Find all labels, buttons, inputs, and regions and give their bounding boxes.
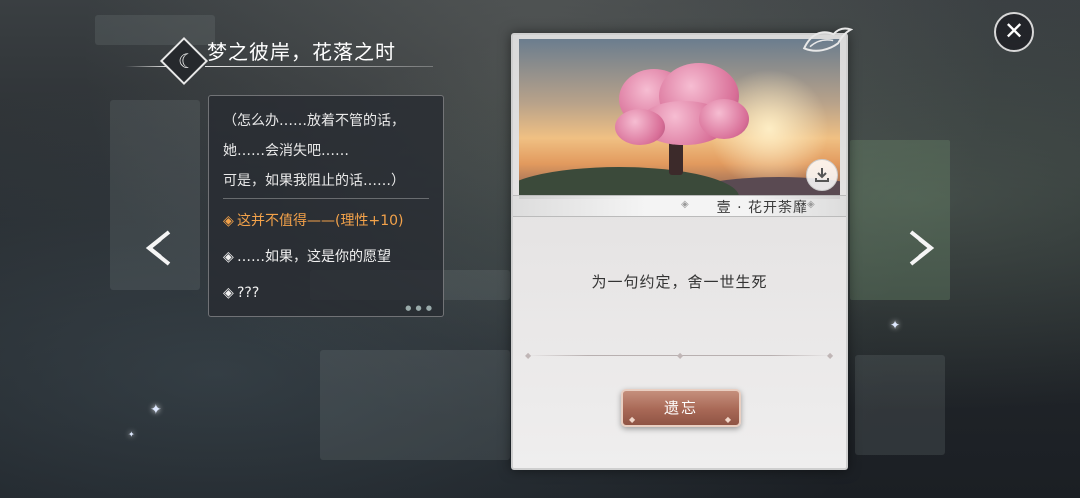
diamond-bullet-icon: ◈ [223, 285, 234, 301]
background-shape [850, 140, 950, 300]
diamond-ornament-icon: ◆ [525, 351, 532, 360]
diamond-ornament-icon: ◆ [724, 415, 733, 424]
diamond-ornament-icon: ◆ [629, 415, 638, 424]
diamond-bullet-icon: ◈ [223, 213, 234, 229]
page-title: 梦之彼岸，花落之时 [207, 40, 396, 64]
next-button[interactable] [902, 228, 942, 272]
forget-button-label: 遗忘 [663, 399, 698, 417]
close-button[interactable]: ✕ [994, 12, 1034, 52]
sparkle-icon: ✦ [128, 430, 135, 439]
choice-label: ……如果，这是你的愿望 [237, 249, 391, 265]
close-icon: ✕ [1003, 17, 1025, 45]
diamond-ornament-icon: ◈ [681, 199, 689, 210]
memory-card: ◈ 壹 · 花开荼靡 ◈ 为一句约定，舍一世生死 ◆ ◆ ◆ ◆ 遗忘 ◆ [511, 33, 848, 470]
dialogue-line: （怎么办……放着不管的话， [223, 113, 405, 129]
prev-button[interactable] [138, 228, 178, 272]
tree-canopy [699, 99, 749, 139]
sparkle-icon: ✦ [150, 402, 162, 418]
crescent-moon-icon: ☾ [178, 49, 196, 73]
tree-canopy [615, 109, 665, 145]
chevron-left-icon [145, 230, 171, 266]
choice-option[interactable]: ◈??? [223, 275, 429, 311]
background-shape [320, 350, 510, 460]
diamond-bullet-icon: ◈ [223, 249, 234, 265]
panel-corner-dots: ● ● ● [405, 304, 433, 312]
diamond-ornament-icon: ◈ [807, 199, 815, 210]
chapter-label-bar: ◈ 壹 · 花开荼靡 ◈ [513, 195, 846, 217]
download-icon [815, 168, 829, 182]
dialogue-divider [223, 198, 429, 199]
memory-description: 为一句约定，舍一世生死 [591, 273, 768, 291]
dialogue-line: 她……会消失吧…… [223, 143, 349, 159]
title-divider [125, 66, 167, 67]
diamond-ornament-icon: ◆ [677, 351, 684, 360]
background-shape [855, 355, 945, 455]
download-button[interactable] [806, 159, 838, 191]
title-divider [205, 66, 433, 67]
dialogue-line: 可是，如果我阻止的话……） [223, 173, 405, 189]
choice-label: ??? [237, 285, 260, 301]
choice-label: 这并不值得——(理性+10) [237, 213, 404, 229]
dialogue-panel: （怎么办……放着不管的话， 她……会消失吧…… 可是，如果我阻止的话……） ◈ 这… [208, 95, 444, 317]
choice-option[interactable]: ◈ ……如果，这是你的愿望 [223, 239, 429, 275]
chevron-right-icon [909, 230, 935, 266]
chapter-title-header: ☾ 梦之彼岸，花落之时 [125, 34, 435, 86]
forget-button[interactable]: ◆ 遗忘 ◆ [621, 389, 741, 427]
diamond-ornament-icon: ◆ [827, 351, 834, 360]
choice-option-selected[interactable]: ◈ 这并不值得——(理性+10) [223, 203, 429, 239]
chapter-label: 壹 · 花开荼靡 [716, 200, 808, 216]
memory-illustration [519, 39, 840, 199]
sparkle-icon: ✦ [890, 318, 901, 332]
